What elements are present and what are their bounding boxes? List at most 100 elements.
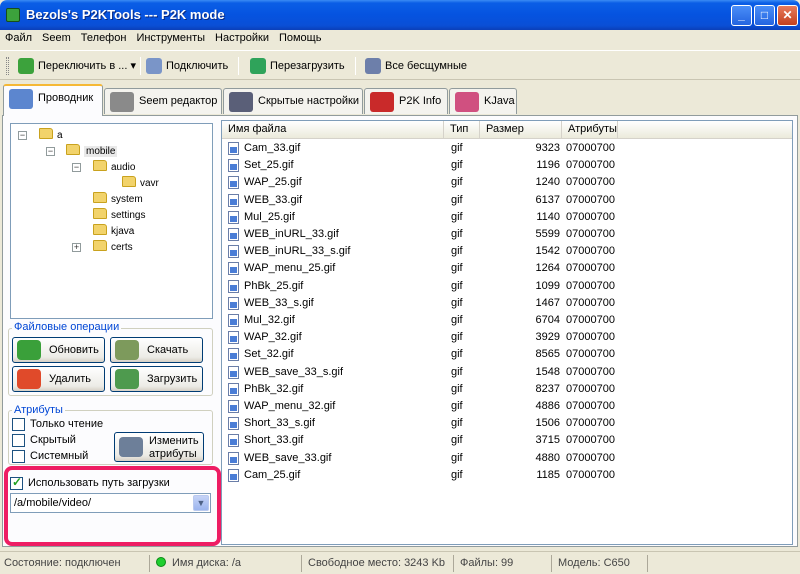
menu-seem[interactable]: Seem — [37, 30, 76, 44]
table-row[interactable]: Mul_25.gif gif 1140 07000700 — [222, 209, 792, 226]
expand-icon[interactable]: + — [72, 243, 81, 252]
cell-type: gif — [451, 279, 463, 292]
folder-icon — [93, 192, 107, 203]
download-button[interactable]: Скачать — [110, 337, 203, 363]
column-size[interactable]: Размер — [480, 121, 562, 139]
system-checkbox[interactable] — [12, 450, 25, 463]
menu-settings[interactable]: Настройки — [210, 30, 274, 44]
menu-phone[interactable]: Телефон — [76, 30, 132, 44]
table-row[interactable]: PhBk_32.gif gif 8237 07000700 — [222, 381, 792, 398]
menu-file[interactable]: Файл — [0, 30, 37, 44]
tree-node-vavr[interactable]: vavr — [122, 176, 159, 190]
upload-button[interactable]: Загрузить — [110, 366, 203, 392]
table-row[interactable]: WAP_menu_25.gif gif 1264 07000700 — [222, 260, 792, 277]
use-upload-path-checkbox[interactable] — [10, 475, 23, 490]
connect-button[interactable]: Подключить — [146, 57, 228, 75]
cell-filename: WEB_33.gif — [244, 193, 303, 206]
toolbar-separator — [238, 57, 239, 75]
all-silent-button[interactable]: Все бесщумные — [365, 57, 467, 75]
cell-size: 8565 — [535, 348, 560, 361]
switch-mode-button[interactable]: Переключить в ... ▾ — [18, 57, 136, 75]
hidden-label: Скрытый — [30, 434, 76, 446]
cell-filename: PhBk_25.gif — [244, 279, 304, 292]
table-row[interactable]: WAP_32.gif gif 3929 07000700 — [222, 329, 792, 346]
tree-node-kjava[interactable]: kjava — [93, 224, 134, 238]
hidden-checkbox[interactable] — [12, 434, 25, 447]
table-row[interactable]: Cam_33.gif gif 9323 07000700 — [222, 140, 792, 157]
status-free-space: Свободное место: 3243 Kb — [304, 555, 454, 572]
menu-help[interactable]: Помощь — [274, 30, 327, 44]
tree-node-audio[interactable]: audio — [93, 160, 135, 174]
table-row[interactable]: WAP_menu_32.gif gif 4886 07000700 — [222, 398, 792, 415]
gif-file-icon — [228, 245, 239, 259]
app-icon — [6, 8, 20, 22]
cell-filename: WEB_save_33.gif — [244, 451, 332, 464]
cell-filename: WEB_inURL_33.gif — [244, 228, 339, 240]
refresh-button[interactable]: Обновить — [12, 337, 105, 363]
table-row[interactable]: Set_32.gif gif 8565 07000700 — [222, 346, 792, 363]
cell-filename: WAP_menu_32.gif — [244, 400, 336, 412]
menu-tools[interactable]: Инструменты — [131, 30, 210, 44]
folder-tree[interactable]: − a − mobile − audio vavr system setting… — [10, 123, 213, 319]
column-filename[interactable]: Имя файла — [222, 121, 444, 139]
cell-type: gif — [451, 451, 463, 464]
table-row[interactable]: WAP_25.gif gif 1240 07000700 — [222, 174, 792, 191]
upload-path-select[interactable]: /a/mobile/video/ ▼ — [10, 493, 211, 513]
tree-node-a[interactable]: a — [39, 128, 63, 142]
tree-node-mobile[interactable]: mobile — [66, 144, 118, 158]
collapse-icon[interactable]: − — [46, 147, 55, 156]
collapse-icon[interactable]: − — [18, 131, 27, 140]
title-bar[interactable]: Bezols's P2KTools --- P2K mode _ □ ✕ — [0, 0, 800, 30]
readonly-checkbox[interactable] — [12, 418, 25, 431]
gif-file-icon — [228, 468, 239, 482]
gif-file-icon — [228, 400, 239, 413]
toolbar-grip[interactable] — [6, 57, 9, 75]
cell-filename: WAP_32.gif — [244, 331, 302, 344]
chevron-down-icon[interactable]: ▼ — [193, 495, 209, 511]
cell-filename: WAP_25.gif — [244, 176, 302, 189]
tab-kjava[interactable]: KJava — [449, 88, 517, 114]
tree-node-settings[interactable]: settings — [93, 208, 145, 222]
gif-file-icon — [228, 228, 239, 241]
tree-node-system[interactable]: system — [93, 192, 143, 206]
restart-button[interactable]: Перезагрузить — [250, 57, 345, 75]
table-row[interactable]: WEB_save_33.gif gif 4880 07000700 — [222, 450, 792, 467]
table-row[interactable]: WEB_inURL_33.gif gif 5599 07000700 — [222, 226, 792, 243]
tab-hidden-settings[interactable]: Скрытые настройки — [223, 88, 363, 114]
delete-button[interactable]: Удалить — [12, 366, 105, 392]
cell-type: gif — [451, 210, 463, 223]
change-attributes-button[interactable]: Изменить атрибуты — [114, 432, 204, 462]
tab-explorer[interactable]: Проводник — [3, 84, 103, 116]
cell-attributes: 07000700 — [566, 176, 615, 189]
file-operations-label: Файловые операции — [12, 321, 122, 333]
table-row[interactable]: WEB_inURL_33_s.gif gif 1542 07000700 — [222, 243, 792, 260]
collapse-icon[interactable]: − — [72, 163, 81, 172]
table-row[interactable]: Set_25.gif gif 1196 07000700 — [222, 157, 792, 174]
close-button[interactable]: ✕ — [777, 5, 798, 26]
table-row[interactable]: Short_33.gif gif 3715 07000700 — [222, 432, 792, 449]
readonly-label: Только чтение — [30, 418, 104, 430]
tab-seem-editor[interactable]: Seem редактор — [104, 88, 222, 114]
table-row[interactable]: Short_33_s.gif gif 1506 07000700 — [222, 415, 792, 432]
table-row[interactable]: WEB_33.gif gif 6137 07000700 — [222, 192, 792, 209]
folder-icon — [93, 224, 107, 235]
cell-filename: Mul_25.gif — [244, 210, 295, 223]
tree-node-certs[interactable]: certs — [93, 240, 133, 254]
column-type[interactable]: Тип — [444, 121, 480, 139]
folder-open-icon — [66, 144, 80, 155]
table-row[interactable]: WEB_save_33_s.gif gif 1548 07000700 — [222, 364, 792, 381]
minimize-button[interactable]: _ — [731, 5, 752, 26]
tab-p2k-info[interactable]: P2K Info — [364, 88, 448, 114]
bell-icon — [365, 58, 381, 74]
maximize-button[interactable]: □ — [754, 5, 775, 26]
gif-file-icon — [228, 417, 239, 431]
table-row[interactable]: Mul_32.gif gif 6704 07000700 — [222, 312, 792, 329]
gif-file-icon — [228, 176, 239, 190]
table-row[interactable]: PhBk_25.gif gif 1099 07000700 — [222, 278, 792, 295]
table-row[interactable]: WEB_33_s.gif gif 1467 07000700 — [222, 295, 792, 312]
table-row[interactable]: Cam_25.gif gif 1185 07000700 — [222, 467, 792, 484]
cell-type: gif — [451, 417, 463, 430]
cell-filename: WAP_menu_25.gif — [244, 262, 336, 275]
column-attributes[interactable]: Атрибуты — [562, 121, 618, 139]
cell-size: 1099 — [535, 279, 560, 292]
